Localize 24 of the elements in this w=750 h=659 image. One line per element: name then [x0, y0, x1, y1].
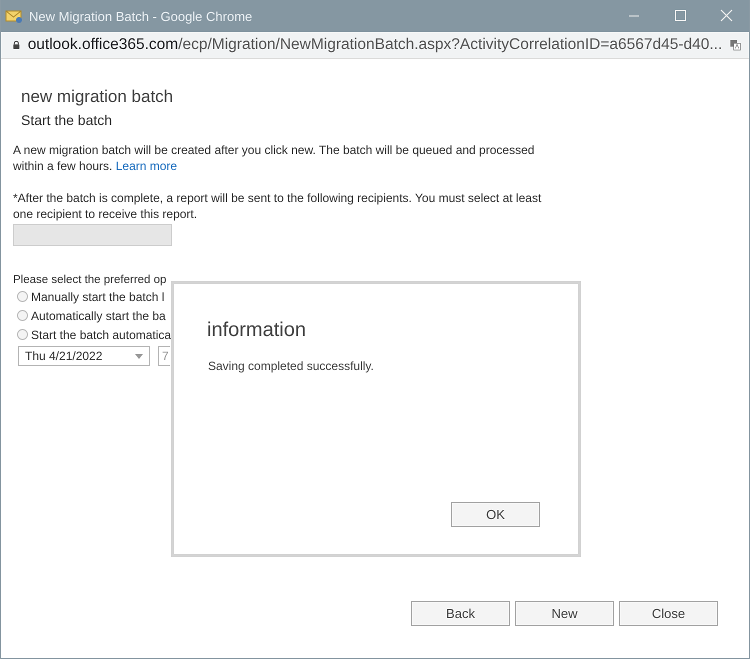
dialog-message: Saving completed successfully.	[208, 359, 374, 373]
recipients-label: *After the batch is complete, a report will be sent to the following recipients. You must select at least one recipient to receive this report.	[13, 190, 542, 222]
page-subtitle: Start the batch	[21, 112, 114, 128]
dialog-button[interactable]: Back	[411, 601, 510, 626]
window-title: New Migration Batch - Google Chrome	[29, 8, 254, 24]
caret-icon	[135, 354, 143, 358]
option-label: Manually start the batch l	[31, 290, 164, 304]
dialog-button[interactable]: Close	[619, 601, 718, 626]
radio-button[interactable]	[17, 329, 28, 340]
radio-button[interactable]	[17, 291, 28, 302]
dialog-title: information	[207, 319, 306, 342]
learn-more-link[interactable]: Learn more	[116, 159, 178, 173]
dialog-button[interactable]: New	[515, 601, 614, 626]
option-label: Start the batch automatica	[31, 328, 172, 342]
envelope-icon	[5, 8, 23, 24]
date-dropdown[interactable]: Thu 4/21/2022	[18, 346, 150, 366]
translate-icon[interactable]	[730, 37, 741, 53]
options-label: Please select the preferred op	[13, 274, 166, 286]
page-title: new migration batch	[21, 87, 174, 107]
ok-button[interactable]: OK	[451, 502, 540, 527]
intro-text: A new migration batch will be created after you click new. The batch will be queued and processed within a few hours. Learn more	[13, 142, 536, 174]
lock-icon[interactable]	[13, 39, 20, 51]
radio-button[interactable]	[17, 310, 28, 321]
option-label: Automatically start the ba	[31, 308, 166, 322]
